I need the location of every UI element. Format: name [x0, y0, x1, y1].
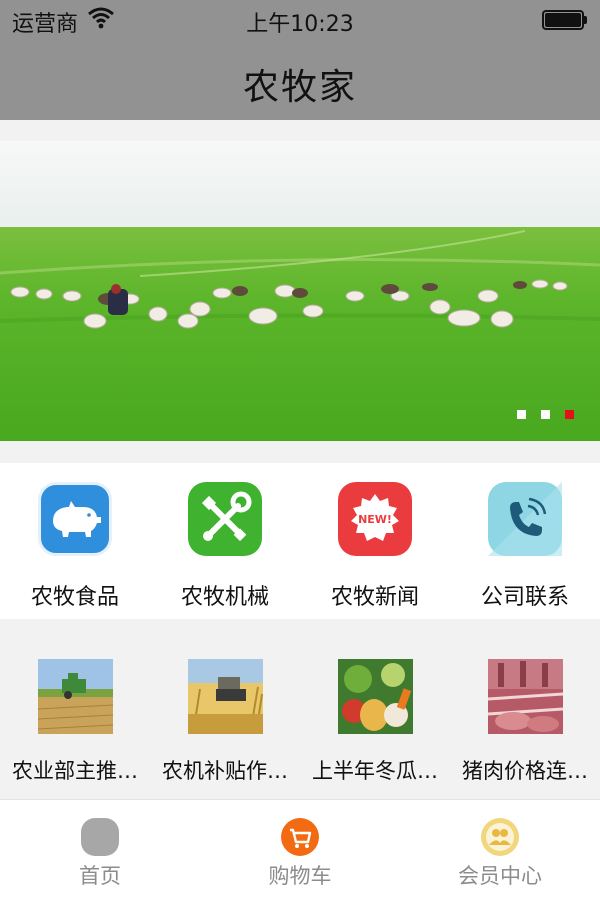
news-item-3[interactable]: 上半年冬瓜…: [300, 619, 450, 798]
news-title: 上半年冬瓜…: [312, 759, 438, 783]
tab-shopping-cart[interactable]: 购物车: [200, 800, 400, 900]
vegetables-thumbnail: [338, 659, 413, 734]
status-bar: 运营商 上午10:23: [0, 0, 600, 40]
category-farm-machinery[interactable]: 农牧机械: [150, 463, 300, 619]
page-title: 农牧家: [242, 67, 357, 108]
shopping-cart-icon: [281, 818, 319, 856]
home-icon: [81, 818, 119, 856]
carousel-dot-2[interactable]: [541, 410, 550, 419]
carousel-dot-1[interactable]: [517, 410, 526, 419]
news-list: 农业部主推… 农机补贴作… 上半年冬瓜… 猪肉价格连…: [0, 619, 600, 798]
category-label: 农牧机械: [180, 585, 269, 610]
navigation-bar: 农牧家: [0, 40, 600, 120]
pig-icon: [38, 482, 112, 556]
category-shortcuts: 农牧食品 农牧机械 NEW! 农牧新闻 公司联系: [0, 463, 600, 619]
banner-carousel[interactable]: [0, 141, 600, 441]
tab-label: 购物车: [268, 864, 332, 888]
news-title: 农业部主推…: [12, 759, 138, 783]
harvester-field-thumbnail: [38, 659, 113, 734]
svg-text:NEW!: NEW!: [358, 513, 392, 526]
wrench-icon: [188, 482, 262, 556]
tab-member-center[interactable]: 会员中心: [400, 800, 600, 900]
tab-label: 首页: [79, 864, 121, 888]
tab-home[interactable]: 首页: [0, 800, 200, 900]
news-item-2[interactable]: 农机补贴作…: [150, 619, 300, 798]
category-contact-company[interactable]: 公司联系: [450, 463, 600, 619]
news-title: 猪肉价格连…: [462, 759, 588, 783]
battery-icon: [542, 10, 588, 30]
member-icon: [481, 818, 519, 856]
tab-label: 会员中心: [458, 864, 542, 888]
phone-icon: [488, 482, 562, 556]
banner-image-grassland-sheep: [0, 141, 600, 441]
category-label: 公司联系: [480, 585, 569, 610]
new-badge-icon: NEW!: [338, 482, 412, 556]
status-time: 上午10:23: [246, 12, 354, 37]
category-farm-food[interactable]: 农牧食品: [0, 463, 150, 619]
pork-meat-thumbnail: [488, 659, 563, 734]
category-label: 农牧食品: [30, 585, 119, 610]
bottom-tab-bar: 首页 购物车 会员中心: [0, 799, 600, 900]
news-item-4[interactable]: 猪肉价格连…: [450, 619, 600, 798]
news-item-1[interactable]: 农业部主推…: [0, 619, 150, 798]
rice-harvest-thumbnail: [188, 659, 263, 734]
carousel-page-indicator[interactable]: [502, 404, 574, 423]
news-title: 农机补贴作…: [162, 759, 288, 783]
carousel-dot-3-active[interactable]: [565, 410, 574, 419]
category-farm-news[interactable]: NEW! 农牧新闻: [300, 463, 450, 619]
category-label: 农牧新闻: [330, 585, 419, 610]
